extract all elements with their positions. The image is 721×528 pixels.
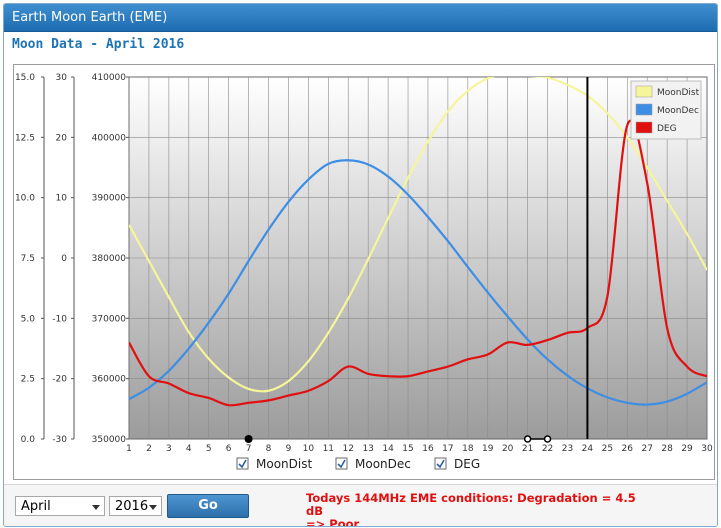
- tick-label: 0.0: [21, 435, 36, 445]
- x-tick-label: 26: [622, 444, 634, 454]
- x-tick-label: 14: [382, 444, 394, 454]
- tick-label: 10: [56, 194, 68, 204]
- page-title: Moon Data - April 2016: [12, 37, 185, 52]
- legend-label: DEG: [657, 124, 677, 134]
- x-tick-label: 30: [701, 444, 713, 454]
- tick-label: 30: [56, 73, 68, 83]
- chevron-down-icon: [149, 505, 157, 510]
- tick-label: 15.0: [15, 73, 35, 83]
- controls-bar: April 2016 Go Todays 144MHz EME conditio…: [4, 484, 717, 527]
- chart-legend: MoonDist MoonDec DEG: [630, 80, 702, 140]
- x-tick-label: 28: [661, 444, 673, 454]
- x-tick-label: 19: [482, 444, 494, 454]
- x-axis: 1 2 3 4 5 6 7 8 9 10 11 12 13 14 15 16 17 18 19 20 21 22 23 24 2…: [126, 444, 713, 454]
- tick-label: 390000: [92, 194, 127, 204]
- tick-label: -30: [52, 435, 67, 445]
- x-tick-label: 7: [246, 444, 252, 454]
- chart-svg: 15.0 12.5 10.0 7.5 5.0 2.5 0.0 30 20 10 0 -10 -20 -3…: [15, 73, 713, 471]
- tick-label: 2.5: [21, 375, 35, 385]
- checkbox-label: MoonDist: [256, 457, 312, 471]
- tick-label: 10.0: [15, 194, 35, 204]
- x-tick-label: 1: [126, 444, 132, 454]
- checkbox-deg[interactable]: DEG: [434, 457, 480, 471]
- tick-label: 12.5: [15, 133, 35, 143]
- checkbox-label: MoonDec: [355, 457, 411, 471]
- x-tick-label: 20: [502, 444, 514, 454]
- tick-label: 350000: [92, 435, 127, 445]
- status-line-1: Todays 144MHz EME conditions: Degradatio…: [306, 491, 636, 518]
- x-tick-label: 3: [166, 444, 172, 454]
- tick-label: 7.5: [21, 254, 35, 264]
- x-tick-label: 4: [186, 444, 192, 454]
- legend-swatch: [635, 103, 653, 116]
- month-select[interactable]: April: [15, 496, 105, 516]
- legend-swatch: [635, 85, 653, 98]
- x-tick-label: 12: [343, 444, 354, 454]
- dist-axis: 410000 400000 390000 380000 370000 360000 3500…: [92, 73, 129, 445]
- x-tick-label: 22: [542, 444, 553, 454]
- x-tick-label: 18: [462, 444, 474, 454]
- x-tick-label: 25: [602, 444, 613, 454]
- new-moon-marker: [244, 435, 253, 443]
- tick-label: 370000: [92, 314, 127, 324]
- go-button[interactable]: Go: [167, 494, 249, 518]
- tick-label: -10: [52, 314, 67, 324]
- open-marker: [543, 435, 552, 443]
- tick-label: 20: [56, 133, 68, 143]
- tick-label: 400000: [92, 133, 127, 143]
- x-tick-label: 13: [362, 444, 373, 454]
- x-tick-label: 21: [522, 444, 533, 454]
- x-tick-label: 27: [641, 444, 652, 454]
- x-tick-label: 6: [226, 444, 232, 454]
- eme-conditions-status: Todays 144MHz EME conditions: Degradatio…: [306, 492, 636, 527]
- x-tick-label: 16: [422, 444, 434, 454]
- legend-swatch: [635, 121, 653, 134]
- x-tick-label: 17: [442, 444, 453, 454]
- month-select-value: April: [21, 499, 51, 514]
- legend-label: MoonDec: [657, 106, 699, 116]
- x-tick-label: 8: [266, 444, 272, 454]
- x-tick-label: 23: [562, 444, 573, 454]
- dec-axis: 30 20 10 0 -10 -20 -30: [52, 73, 75, 445]
- tick-label: 410000: [92, 73, 127, 83]
- tick-label: 0: [61, 254, 67, 264]
- x-tick-label: 29: [681, 444, 693, 454]
- tick-label: 380000: [92, 254, 127, 264]
- x-tick-label: 10: [303, 444, 315, 454]
- chevron-down-icon: [92, 505, 100, 510]
- x-tick-label: 2: [146, 444, 152, 454]
- year-select[interactable]: 2016: [109, 496, 162, 516]
- tick-label: -20: [52, 375, 67, 385]
- x-tick-label: 9: [286, 444, 292, 454]
- checkbox-moondec[interactable]: MoonDec: [335, 457, 411, 471]
- checkbox-moondist[interactable]: MoonDist: [236, 457, 312, 471]
- open-marker: [523, 435, 532, 443]
- year-select-value: 2016: [115, 499, 149, 514]
- tick-label: 360000: [92, 375, 127, 385]
- series-checkboxes: MoonDist MoonDec DEG: [236, 457, 480, 471]
- x-tick-label: 24: [582, 444, 594, 454]
- checkbox-label: DEG: [454, 457, 480, 471]
- x-tick-label: 5: [206, 444, 212, 454]
- deg-axis: 15.0 12.5 10.0 7.5 5.0 2.5 0.0: [15, 73, 45, 445]
- tick-label: 5.0: [21, 314, 36, 324]
- x-tick-label: 15: [402, 444, 413, 454]
- moon-data-chart: 15.0 12.5 10.0 7.5 5.0 2.5 0.0 30 20 10 0 -10 -20 -3…: [13, 64, 715, 480]
- status-line-2: => Poor: [306, 517, 360, 527]
- app-window: Earth Moon Earth (EME) Moon Data - April…: [3, 3, 718, 527]
- x-tick-label: 11: [323, 444, 334, 454]
- window-title: Earth Moon Earth (EME): [4, 4, 717, 32]
- legend-label: MoonDist: [657, 88, 700, 98]
